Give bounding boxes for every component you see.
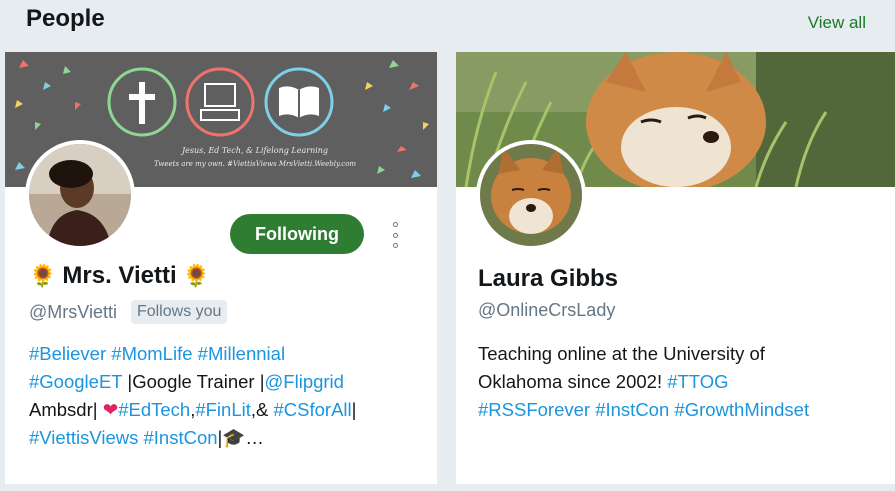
bio-line: Ambsdr| ❤#EdTech,#FinLit,& #CSforAll| <box>29 396 429 424</box>
handle-row: @MrsVietti Follows you <box>29 300 228 324</box>
avatar[interactable] <box>476 140 586 250</box>
hashtag-link[interactable]: #ViettisViews <box>29 427 138 448</box>
bio-text: Teaching online at the University of <box>478 343 765 364</box>
hashtag-link[interactable]: #GrowthMindset <box>674 399 809 420</box>
bio-line: #ViettisViews #InstCon|🎓… <box>29 424 429 452</box>
following-button[interactable]: Following <box>230 214 364 254</box>
follows-you-badge: Follows you <box>130 300 228 324</box>
bio-text: | <box>351 399 357 420</box>
avatar[interactable] <box>25 140 135 250</box>
profile-name[interactable]: 🌻 Mrs. Vietti 🌻 <box>29 262 216 290</box>
hashtag-link[interactable]: #TTOG <box>667 371 728 392</box>
bio-line: Teaching online at the University of <box>478 340 888 368</box>
bio-line: #GoogleET |Google Trainer |@Flipgrid <box>29 368 429 396</box>
bio-text: Ambsdr| <box>29 399 103 420</box>
profile-bio: Teaching online at the University of Okla… <box>478 340 888 424</box>
hashtag-link[interactable]: #EdTech <box>118 399 190 420</box>
sunflower-icon: 🌻 <box>29 263 57 288</box>
bio-text: Oklahoma since 2002! <box>478 371 668 392</box>
hashtag-link[interactable]: #GoogleET <box>29 371 122 392</box>
profile-name[interactable]: Laura Gibbs <box>478 265 618 293</box>
banner-tagline-2: Tweets are my own. #ViettisViews MrsViet… <box>154 160 356 168</box>
profile-card-lauragibbs[interactable]: Laura Gibbs @OnlineCrsLady Teaching onli… <box>456 52 895 484</box>
profile-bio: #Believer #MomLife #Millennial #GoogleET … <box>29 340 429 452</box>
handle-row: @OnlineCrsLady <box>478 300 615 321</box>
sunflower-icon: 🌻 <box>182 263 211 288</box>
bio-text: |Google Trainer | <box>122 371 265 392</box>
profile-card-mrsvietti[interactable]: Jesus, Ed Tech, & Lifelong Learning Twee… <box>5 52 437 484</box>
bio-line: Oklahoma since 2002! #TTOG <box>478 368 888 396</box>
hashtag-link[interactable]: #FinLit <box>195 399 251 420</box>
section-title: People <box>26 5 105 32</box>
bio-text: ,& <box>250 399 274 420</box>
hashtag-link[interactable]: #MomLife <box>111 343 192 364</box>
bio-line: #Believer #MomLife #Millennial <box>29 340 429 368</box>
hashtag-link[interactable]: #RSSForever <box>478 399 590 420</box>
banner-tagline-1: Jesus, Ed Tech, & Lifelong Learning <box>180 146 328 155</box>
profile-name-text[interactable]: Mrs. Vietti <box>62 262 176 290</box>
view-all-link[interactable]: View all <box>808 13 866 33</box>
bio-text: |🎓… <box>217 427 264 448</box>
more-icon[interactable] <box>387 222 403 248</box>
heart-icon: ❤ <box>102 399 119 420</box>
mention-link[interactable]: @Flipgrid <box>265 371 344 392</box>
profile-handle[interactable]: @MrsVietti <box>29 302 117 323</box>
hashtag-link[interactable]: #Millennial <box>198 343 285 364</box>
people-header: People View all <box>0 0 895 44</box>
bio-line: #RSSForever #InstCon #GrowthMindset <box>478 396 888 424</box>
hashtag-link[interactable]: #InstCon <box>144 427 218 448</box>
hashtag-link[interactable]: #InstCon <box>595 399 669 420</box>
hashtag-link[interactable]: #CSforAll <box>274 399 352 420</box>
profile-handle[interactable]: @OnlineCrsLady <box>478 300 615 321</box>
hashtag-link[interactable]: #Believer <box>29 343 106 364</box>
